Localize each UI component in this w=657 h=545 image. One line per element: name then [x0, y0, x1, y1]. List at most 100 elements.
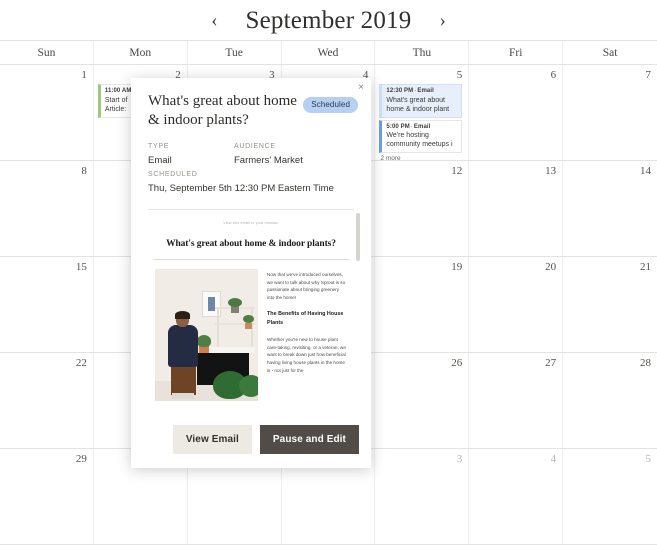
- day-cell[interactable]: 7: [563, 65, 657, 160]
- day-number: 5: [456, 69, 463, 81]
- day-number: 5: [645, 453, 651, 465]
- photo-shelf-post: [217, 307, 219, 347]
- day-number: 13: [545, 165, 557, 177]
- day-cell[interactable]: 22: [0, 353, 94, 448]
- day-cell[interactable]: 29: [0, 449, 94, 544]
- event-meta: 12:30 PM·Email: [386, 87, 458, 96]
- day-number: 14: [639, 165, 651, 177]
- day-cell[interactable]: 20: [469, 257, 564, 352]
- photo-plant-pot: [231, 306, 239, 313]
- photo-person-torso: [168, 325, 198, 367]
- email-text-column: Now that we've introduced ourselves, we …: [267, 269, 347, 401]
- calendar-event-selected[interactable]: 12:30 PM·Email What's great about home &…: [379, 84, 463, 118]
- day-number: 12: [451, 165, 463, 177]
- day-number: 1: [81, 69, 87, 81]
- photo-plant: [239, 375, 258, 397]
- day-cell[interactable]: 8: [0, 161, 94, 256]
- event-detail-modal: × What's great about home & indoor plant…: [131, 78, 371, 468]
- previous-month-button[interactable]: ‹: [205, 9, 223, 32]
- day-cell[interactable]: 4: [469, 449, 564, 544]
- modal-header: What's great about home & indoor plants?…: [131, 78, 371, 130]
- event-time: 5:00 PM: [386, 123, 410, 130]
- email-paragraph-2: Whether you're new to house plant care-t…: [267, 337, 346, 373]
- day-number: 22: [75, 357, 87, 369]
- day-cell[interactable]: 27: [469, 353, 564, 448]
- email-hero-image: [155, 269, 258, 401]
- type-label: TYPE: [148, 143, 170, 150]
- day-cell[interactable]: 19: [375, 257, 470, 352]
- day-number: 15: [75, 261, 87, 273]
- photo-plant: [243, 315, 254, 323]
- day-number: 28: [639, 357, 651, 369]
- next-month-button[interactable]: ›: [433, 9, 451, 32]
- calendar-header: ‹ September 2019 ›: [0, 0, 657, 40]
- view-in-browser-link[interactable]: View this email in your browser: [149, 220, 353, 226]
- day-cell[interactable]: 1: [0, 65, 94, 160]
- photo-person-hair: [175, 311, 190, 319]
- email-preview-content: View this email in your browser What's g…: [141, 210, 361, 401]
- divider: [153, 259, 349, 260]
- day-number: 4: [550, 453, 557, 465]
- day-cell[interactable]: 5 12:30 PM·Email What's great about home…: [375, 65, 470, 160]
- day-cell[interactable]: 26: [375, 353, 470, 448]
- scheduled-label: SCHEDULED: [148, 171, 198, 178]
- photo-frame-art: [208, 297, 215, 311]
- calendar-event[interactable]: 5:00 PM·Email We're hosting community me…: [379, 119, 463, 153]
- more-events-link[interactable]: 2 more: [379, 155, 462, 160]
- email-preview: View this email in your browser What's g…: [141, 210, 361, 402]
- weekday-sat: Sat: [602, 46, 618, 59]
- weekday-fri: Fri: [469, 41, 564, 64]
- day-number: 20: [545, 261, 557, 273]
- day-cell[interactable]: 14: [563, 161, 657, 256]
- scheduled-value: Thu, September 5th 12:30 PM Eastern Time: [148, 183, 334, 194]
- day-cell[interactable]: 6: [469, 65, 564, 160]
- day-cell[interactable]: 5: [563, 449, 657, 544]
- metadata-scheduled: SCHEDULED Thu, September 5th 12:30 PM Ea…: [148, 169, 334, 197]
- day-number: 8: [81, 165, 87, 177]
- day-number: 7: [645, 69, 651, 81]
- weekday-header-row: Sun Mon Tue Wed Thu Fri Sat: [0, 41, 657, 65]
- status-badge: Scheduled: [303, 97, 358, 113]
- email-body: Now that we've introduced ourselves, we …: [149, 269, 353, 401]
- day-number: 19: [451, 261, 463, 273]
- metadata-row-top: TYPE Email AUDIENCE Farmers' Market: [148, 141, 354, 169]
- event-title: What's great about home & indoor plant: [386, 96, 450, 113]
- weekday-sun: Sun: [0, 41, 94, 64]
- metadata-row-scheduled: SCHEDULED Thu, September 5th 12:30 PM Ea…: [148, 169, 354, 197]
- email-headline: What's great about home & indoor plants?: [166, 239, 336, 249]
- event-meta: 5:00 PM·Email: [386, 123, 458, 132]
- preview-scrollbar-thumb[interactable]: [356, 213, 360, 261]
- day-number: 21: [639, 261, 651, 273]
- page-title: September 2019: [245, 6, 412, 34]
- event-type: Email: [413, 123, 431, 130]
- day-number: 26: [451, 357, 463, 369]
- photo-plant-pot: [245, 323, 252, 329]
- event-type: Email: [417, 88, 434, 94]
- day-number: 6: [550, 69, 557, 81]
- photo-plant: [228, 298, 242, 307]
- preview-scrollbar[interactable]: [356, 210, 360, 402]
- photo-person-legs: [171, 365, 196, 395]
- photo-plant: [197, 335, 211, 347]
- metadata-type: TYPE Email: [148, 141, 234, 169]
- day-cell[interactable]: 28: [563, 353, 657, 448]
- day-cell[interactable]: 13: [469, 161, 564, 256]
- day-cell[interactable]: 21: [563, 257, 657, 352]
- email-paragraph-1: Now that we've introduced ourselves, we …: [267, 272, 346, 300]
- modal-title: What's great about home & indoor plants?: [148, 93, 297, 128]
- day-cell[interactable]: 3: [375, 449, 470, 544]
- event-title: We're hosting community meetups i: [386, 132, 453, 148]
- type-value: Email: [148, 155, 172, 166]
- weekday-thu: Thu: [375, 41, 470, 64]
- photo-person-shoes: [172, 393, 194, 399]
- metadata-audience: AUDIENCE Farmers' Market: [234, 141, 303, 169]
- audience-label: AUDIENCE: [234, 143, 276, 150]
- weekday-wed: Wed: [282, 41, 376, 64]
- event-time: 12:30 PM: [386, 88, 414, 94]
- weekday-mon: Mon: [94, 41, 188, 64]
- day-number: 29: [75, 453, 87, 465]
- pause-and-edit-button[interactable]: Pause and Edit: [259, 425, 359, 454]
- day-cell[interactable]: 12: [375, 161, 470, 256]
- view-email-button[interactable]: View Email: [172, 425, 252, 454]
- day-cell[interactable]: 15: [0, 257, 94, 352]
